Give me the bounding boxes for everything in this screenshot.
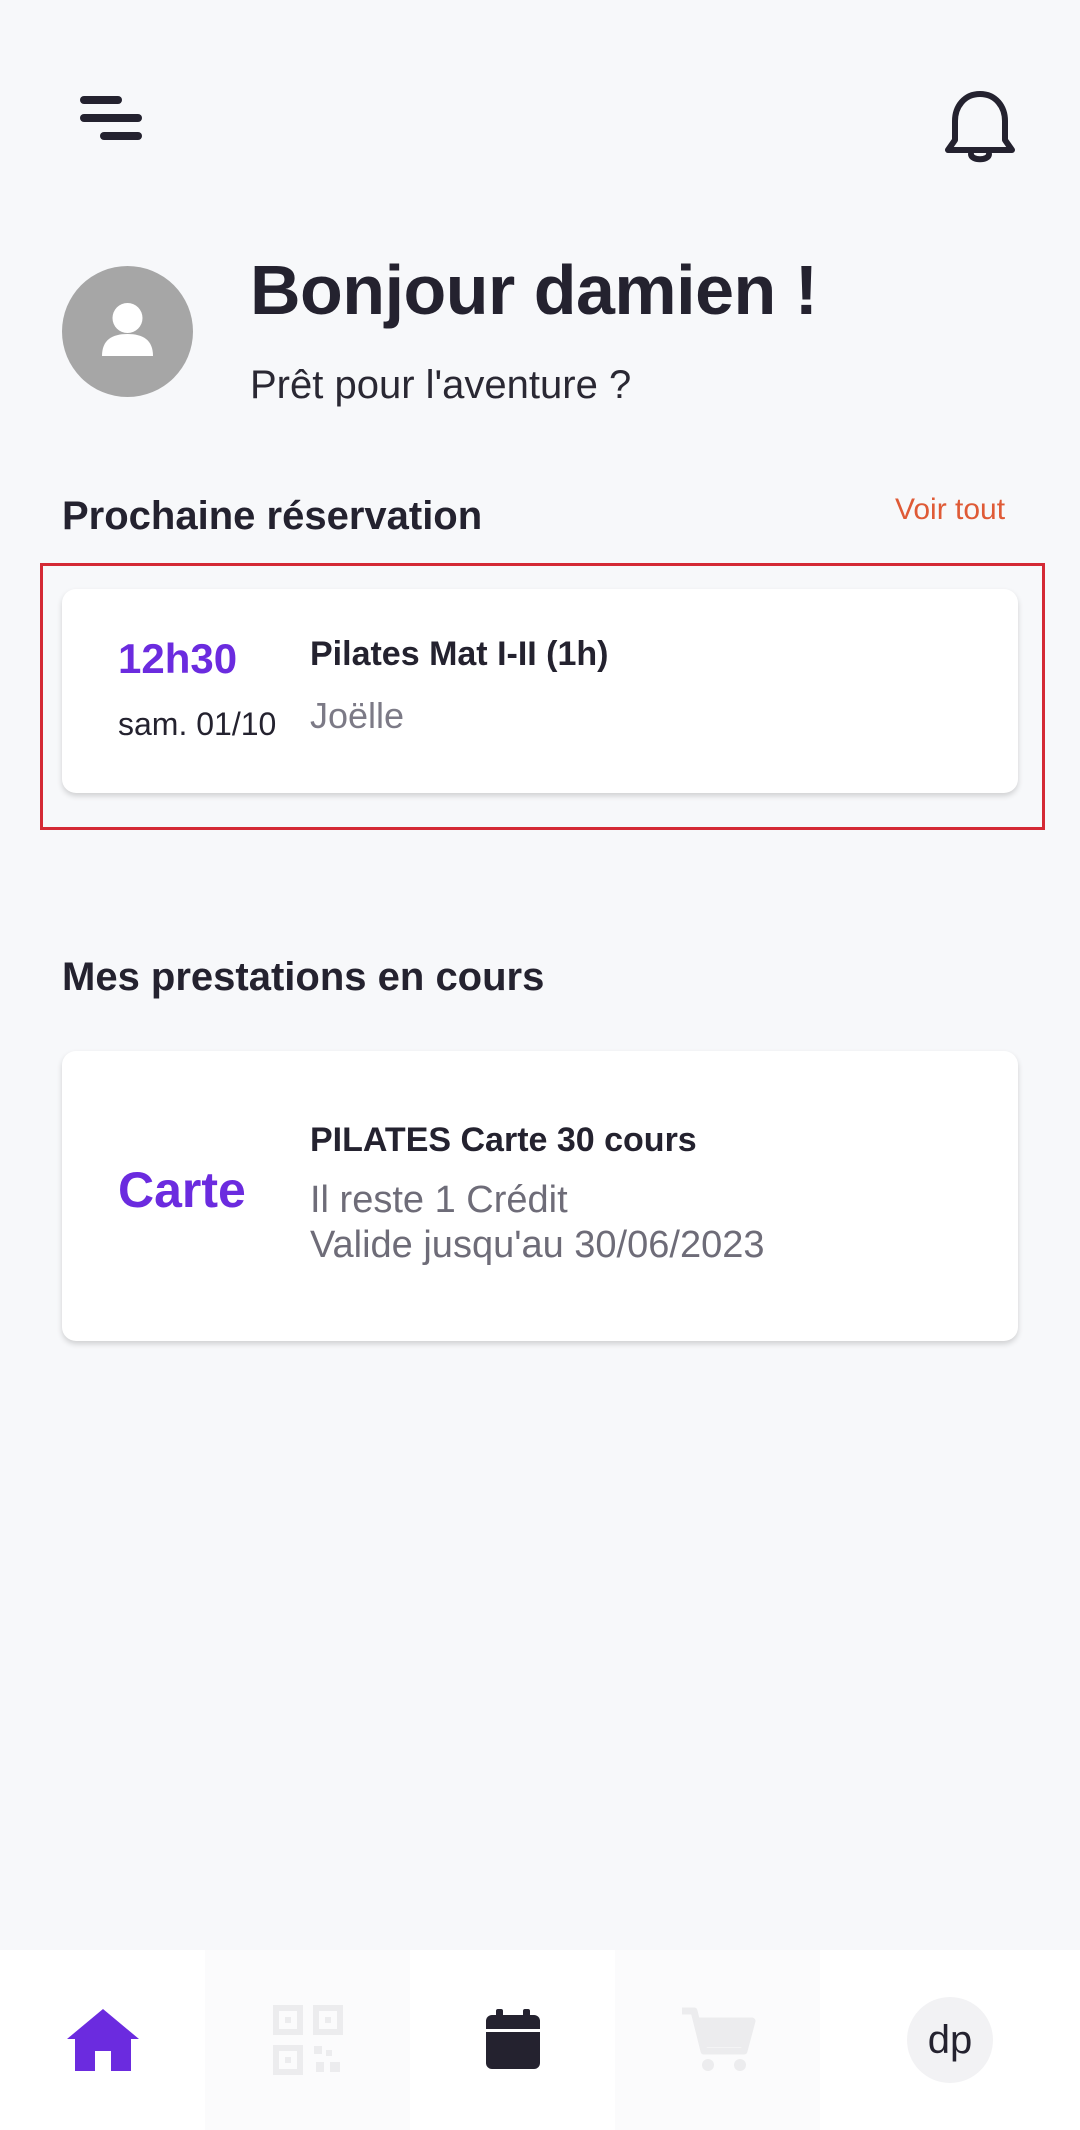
see-all-link[interactable]: Voir tout (895, 493, 1005, 527)
bottom-nav: dp (0, 1950, 1080, 2130)
service-remaining: Il reste 1 Crédit (310, 1179, 568, 1221)
service-title: PILATES Carte 30 cours (310, 1121, 697, 1159)
user-icon (102, 303, 153, 356)
bell-icon[interactable] (940, 88, 1020, 168)
services-title: Mes prestations en cours (62, 955, 545, 999)
service-validity: Valide jusqu'au 30/06/2023 (310, 1224, 765, 1266)
cart-icon (681, 2007, 755, 2071)
booking-date: sam. 01/10 (118, 706, 277, 742)
booking-teacher: Joëlle (310, 695, 405, 736)
booking-card[interactable]: 12h30 sam. 01/10 Pilates Mat I-II (1h) J… (62, 589, 1018, 793)
greeting-subtitle: Prêt pour l'aventure ? (250, 363, 632, 407)
calendar-icon (485, 2009, 540, 2069)
service-card[interactable]: Carte PILATES Carte 30 cours Il reste 1 … (62, 1051, 1018, 1341)
nav-cart[interactable] (615, 1950, 820, 2130)
greeting-title: Bonjour damien ! (250, 251, 818, 329)
qr-code-icon (272, 2005, 343, 2075)
next-booking-title: Prochaine réservation (62, 494, 483, 538)
menu-icon[interactable] (72, 90, 142, 150)
booking-class-name: Pilates Mat I-II (1h) (310, 635, 609, 673)
nav-home[interactable] (0, 1950, 205, 2130)
avatar (62, 266, 193, 397)
service-kind: Carte (118, 1162, 246, 1218)
booking-time: 12h30 (118, 635, 238, 682)
nav-calendar[interactable] (410, 1950, 615, 2130)
home-icon (66, 2009, 139, 2071)
nav-profile[interactable]: dp (820, 1950, 1080, 2130)
nav-qr[interactable] (205, 1950, 410, 2130)
profile-avatar: dp (907, 1997, 993, 2083)
